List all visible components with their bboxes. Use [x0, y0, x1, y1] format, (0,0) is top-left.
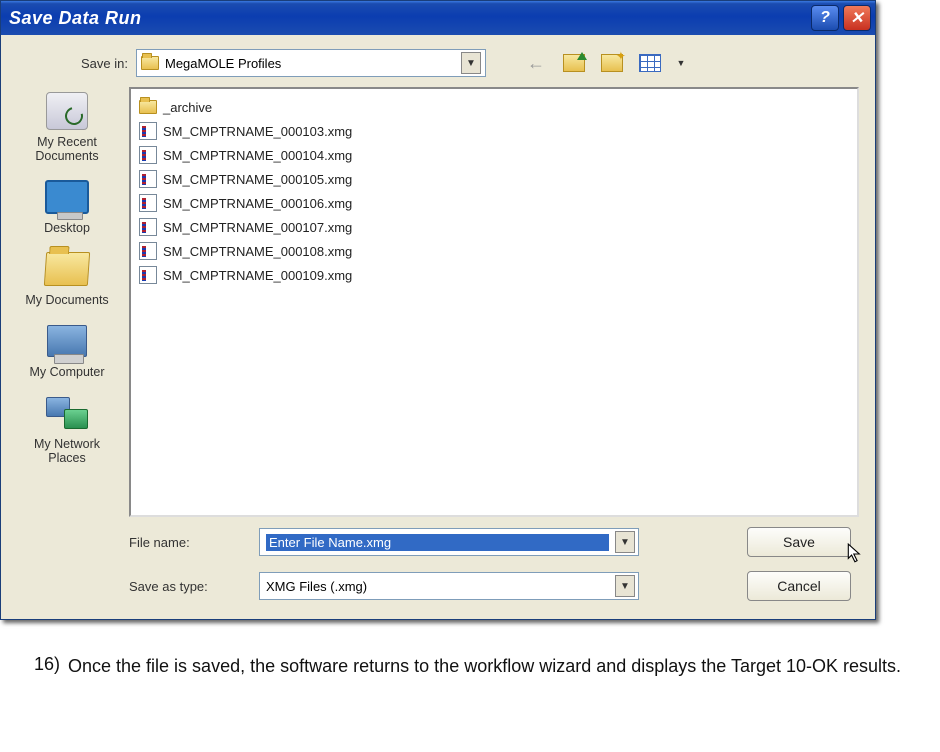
xmg-file-icon	[139, 242, 157, 260]
folder-icon	[141, 56, 159, 70]
file-item[interactable]: SM_CMPTRNAME_000106.xmg	[139, 191, 849, 215]
file-name: SM_CMPTRNAME_000106.xmg	[163, 196, 352, 211]
new-folder-button[interactable]	[598, 50, 626, 76]
places-sidebar: My Recent Documents Desktop My Documents…	[1, 87, 123, 517]
xmg-file-icon	[139, 122, 157, 140]
xmg-file-icon	[139, 218, 157, 236]
place-my-computer[interactable]: My Computer	[15, 321, 119, 379]
dialog-title: Save Data Run	[9, 8, 142, 29]
new-folder-icon	[601, 54, 623, 72]
main-row: My Recent Documents Desktop My Documents…	[1, 87, 859, 517]
close-icon: ✕	[850, 8, 863, 28]
xmg-file-icon	[139, 146, 157, 164]
titlebar-buttons: ? ✕	[811, 5, 871, 31]
chevron-down-icon[interactable]: ▼	[615, 575, 635, 597]
save-button[interactable]: Save	[747, 527, 851, 557]
dialog-body: Save in: MegaMOLE Profiles ▼ ← ▼ My Rece…	[1, 35, 875, 619]
file-name: SM_CMPTRNAME_000103.xmg	[163, 124, 352, 139]
file-item[interactable]: SM_CMPTRNAME_000104.xmg	[139, 143, 849, 167]
my-documents-icon	[44, 252, 90, 286]
place-network[interactable]: My Network Places	[15, 393, 119, 465]
back-arrow-icon: ←	[527, 53, 545, 74]
file-name: SM_CMPTRNAME_000108.xmg	[163, 244, 352, 259]
up-folder-button[interactable]	[560, 50, 588, 76]
my-computer-icon	[47, 325, 87, 357]
file-item[interactable]: SM_CMPTRNAME_000105.xmg	[139, 167, 849, 191]
place-label: My Recent Documents	[15, 135, 119, 163]
recent-documents-icon	[46, 92, 88, 130]
filename-combo[interactable]: Enter File Name.xmg ▼	[259, 528, 639, 556]
help-button[interactable]: ?	[811, 5, 839, 31]
chevron-down-icon[interactable]: ▼	[461, 52, 481, 74]
instruction-caption: 16) Once the file is saved, the software…	[0, 654, 940, 678]
folder-name: _archive	[163, 100, 212, 115]
caption-text: Once the file is saved, the software ret…	[68, 654, 901, 678]
file-item[interactable]: SM_CMPTRNAME_000109.xmg	[139, 263, 849, 287]
file-name: SM_CMPTRNAME_000107.xmg	[163, 220, 352, 235]
xmg-file-icon	[139, 266, 157, 284]
desktop-icon	[45, 180, 89, 214]
place-label: My Computer	[15, 365, 119, 379]
folder-icon	[139, 100, 157, 114]
file-item[interactable]: SM_CMPTRNAME_000108.xmg	[139, 239, 849, 263]
place-desktop[interactable]: Desktop	[15, 177, 119, 235]
views-icon	[639, 54, 661, 72]
filetype-label: Save as type:	[129, 579, 259, 594]
place-my-documents[interactable]: My Documents	[15, 249, 119, 307]
views-button[interactable]	[636, 50, 664, 76]
save-in-row: Save in: MegaMOLE Profiles ▼ ← ▼	[1, 49, 859, 77]
file-name: SM_CMPTRNAME_000104.xmg	[163, 148, 352, 163]
file-name: SM_CMPTRNAME_000109.xmg	[163, 268, 352, 283]
up-folder-icon	[563, 54, 585, 72]
toolbar: ← ▼	[522, 50, 688, 76]
place-label: My Network Places	[15, 437, 119, 465]
xmg-file-icon	[139, 194, 157, 212]
file-list-pane[interactable]: _archive SM_CMPTRNAME_000103.xmg SM_CMPT…	[129, 87, 859, 517]
chevron-down-icon[interactable]: ▼	[615, 531, 635, 553]
file-name: SM_CMPTRNAME_000105.xmg	[163, 172, 352, 187]
filename-value: Enter File Name.xmg	[266, 534, 609, 551]
file-item[interactable]: SM_CMPTRNAME_000107.xmg	[139, 215, 849, 239]
folder-item[interactable]: _archive	[139, 95, 849, 119]
place-recent-documents[interactable]: My Recent Documents	[15, 91, 119, 163]
cancel-button[interactable]: Cancel	[747, 571, 851, 601]
views-menu-arrow[interactable]: ▼	[674, 50, 688, 76]
titlebar: Save Data Run ? ✕	[1, 1, 875, 35]
place-label: My Documents	[15, 293, 119, 307]
place-label: Desktop	[15, 221, 119, 235]
caption-number: 16)	[34, 654, 62, 678]
save-in-value: MegaMOLE Profiles	[165, 56, 455, 71]
back-button[interactable]: ←	[522, 50, 550, 76]
network-places-icon	[46, 397, 88, 429]
close-button[interactable]: ✕	[843, 5, 871, 31]
filename-label: File name:	[129, 535, 259, 550]
xmg-file-icon	[139, 170, 157, 188]
filetype-value: XMG Files (.xmg)	[266, 579, 609, 594]
filetype-combo[interactable]: XMG Files (.xmg) ▼	[259, 572, 639, 600]
bottom-fields: File name: Enter File Name.xmg ▼ Save Sa…	[1, 527, 859, 601]
save-dialog: Save Data Run ? ✕ Save in: MegaMOLE Prof…	[0, 0, 876, 620]
save-in-label: Save in:	[81, 56, 128, 71]
file-item[interactable]: SM_CMPTRNAME_000103.xmg	[139, 119, 849, 143]
save-in-dropdown[interactable]: MegaMOLE Profiles ▼	[136, 49, 486, 77]
